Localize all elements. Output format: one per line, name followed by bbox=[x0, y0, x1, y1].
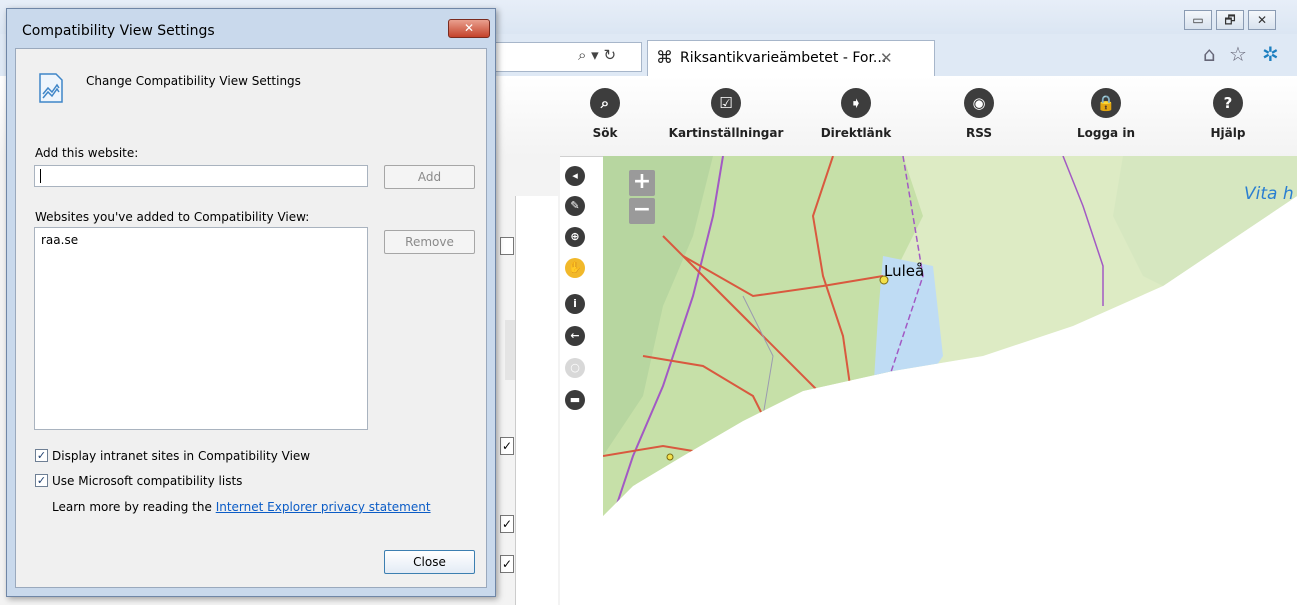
zoom-box-icon[interactable]: ⊕ bbox=[565, 227, 585, 247]
layer-checkbox[interactable]: ✓ bbox=[500, 515, 514, 533]
tab-close-icon[interactable]: ✕ bbox=[880, 49, 893, 67]
map-settings-icon: ☑ bbox=[711, 88, 741, 118]
toolbar-rss-button[interactable]: ◉ RSS bbox=[919, 88, 1039, 140]
websites-list[interactable] bbox=[34, 227, 368, 430]
home-icon[interactable]: ⌂ bbox=[1203, 42, 1216, 66]
gear-icon[interactable]: ✲ bbox=[1262, 42, 1279, 66]
polygon-icon[interactable]: ○ bbox=[565, 358, 585, 378]
text-caret bbox=[40, 169, 41, 183]
ms-lists-checkbox[interactable]: ✓ bbox=[35, 474, 48, 487]
toolbar-label: Sök bbox=[592, 126, 618, 140]
left-panel bbox=[515, 196, 558, 605]
remove-button[interactable]: Remove bbox=[384, 230, 475, 254]
favorites-star-icon[interactable]: ☆ bbox=[1229, 42, 1247, 66]
print-icon[interactable]: ▬ bbox=[565, 390, 585, 410]
map-label-vita: Vita h bbox=[1244, 184, 1294, 204]
toolbar-label: Hjälp bbox=[1210, 126, 1246, 140]
toolbar-label: Direktlänk bbox=[820, 126, 892, 140]
learn-more-prefix: Learn more by reading the bbox=[52, 500, 216, 514]
collapse-panel-icon[interactable]: ◂ bbox=[565, 166, 585, 186]
lock-icon: 🔒 bbox=[1091, 88, 1121, 118]
layer-checkbox[interactable]: ✓ bbox=[500, 555, 514, 573]
left-pane-field[interactable] bbox=[500, 237, 514, 255]
direct-link-icon: ➧ bbox=[841, 88, 871, 118]
search-icon: ⌕ bbox=[590, 88, 620, 118]
help-icon: ? bbox=[1213, 88, 1243, 118]
intranet-checkbox[interactable]: ✓ bbox=[35, 449, 48, 462]
address-bar-controls[interactable]: ⌕ ▾ ↻ bbox=[578, 46, 616, 64]
ms-lists-checkbox-label[interactable]: Use Microsoft compatibility lists bbox=[52, 474, 242, 488]
toolbar-login-button[interactable]: 🔒 Logga in bbox=[1046, 88, 1166, 140]
measure-icon[interactable]: ✎ bbox=[565, 196, 585, 216]
window-close-button[interactable]: ✕ bbox=[1248, 10, 1276, 30]
rss-icon: ◉ bbox=[964, 88, 994, 118]
maximize-button[interactable]: 🗗 bbox=[1216, 10, 1244, 30]
toolbar-search-button[interactable]: ⌕ Sök bbox=[545, 88, 665, 140]
town-marker[interactable] bbox=[666, 453, 674, 461]
toolbar-label: Kartinställningar bbox=[668, 126, 784, 140]
toolbar-direct-link-button[interactable]: ➧ Direktlänk bbox=[796, 88, 916, 140]
add-website-input[interactable] bbox=[34, 165, 368, 187]
compatibility-view-icon bbox=[39, 73, 63, 103]
map-label-lulea: Luleå bbox=[884, 262, 925, 280]
toolbar-map-settings-button[interactable]: ☑ Kartinställningar bbox=[666, 88, 786, 140]
privacy-statement-link[interactable]: Internet Explorer privacy statement bbox=[216, 500, 431, 514]
toolbar-label: RSS bbox=[966, 126, 992, 140]
list-item[interactable]: raa.se bbox=[41, 233, 78, 247]
zoom-in-button[interactable]: + bbox=[629, 170, 655, 196]
layer-checkbox[interactable]: ✓ bbox=[500, 437, 514, 455]
websites-list-label: Websites you've added to Compatibility V… bbox=[35, 210, 310, 224]
toolbar-label: Logga in bbox=[1076, 126, 1135, 140]
dialog-heading: Change Compatibility View Settings bbox=[86, 74, 301, 88]
zoom-out-button[interactable]: − bbox=[629, 198, 655, 224]
minimize-button[interactable]: ▭ bbox=[1184, 10, 1212, 30]
back-icon[interactable]: ← bbox=[565, 326, 585, 346]
add-button[interactable]: Add bbox=[384, 165, 475, 189]
add-website-label: Add this website: bbox=[35, 146, 139, 160]
dialog-close-icon[interactable]: ✕ bbox=[448, 19, 490, 38]
pan-hand-icon[interactable]: ✋ bbox=[565, 258, 585, 278]
intranet-checkbox-label[interactable]: Display intranet sites in Compatibility … bbox=[52, 449, 310, 463]
site-favicon-icon: ⌘ bbox=[656, 48, 673, 68]
map-canvas[interactable] bbox=[603, 156, 1297, 605]
tab-title[interactable]: Riksantikvarieämbetet - For... bbox=[680, 50, 886, 66]
info-icon[interactable]: i bbox=[565, 294, 585, 314]
close-button[interactable]: Close bbox=[384, 550, 475, 574]
learn-more-text: Learn more by reading the Internet Explo… bbox=[52, 500, 431, 514]
toolbar-help-button[interactable]: ? Hjälp bbox=[1168, 88, 1288, 140]
dialog-title: Compatibility View Settings bbox=[22, 23, 215, 39]
